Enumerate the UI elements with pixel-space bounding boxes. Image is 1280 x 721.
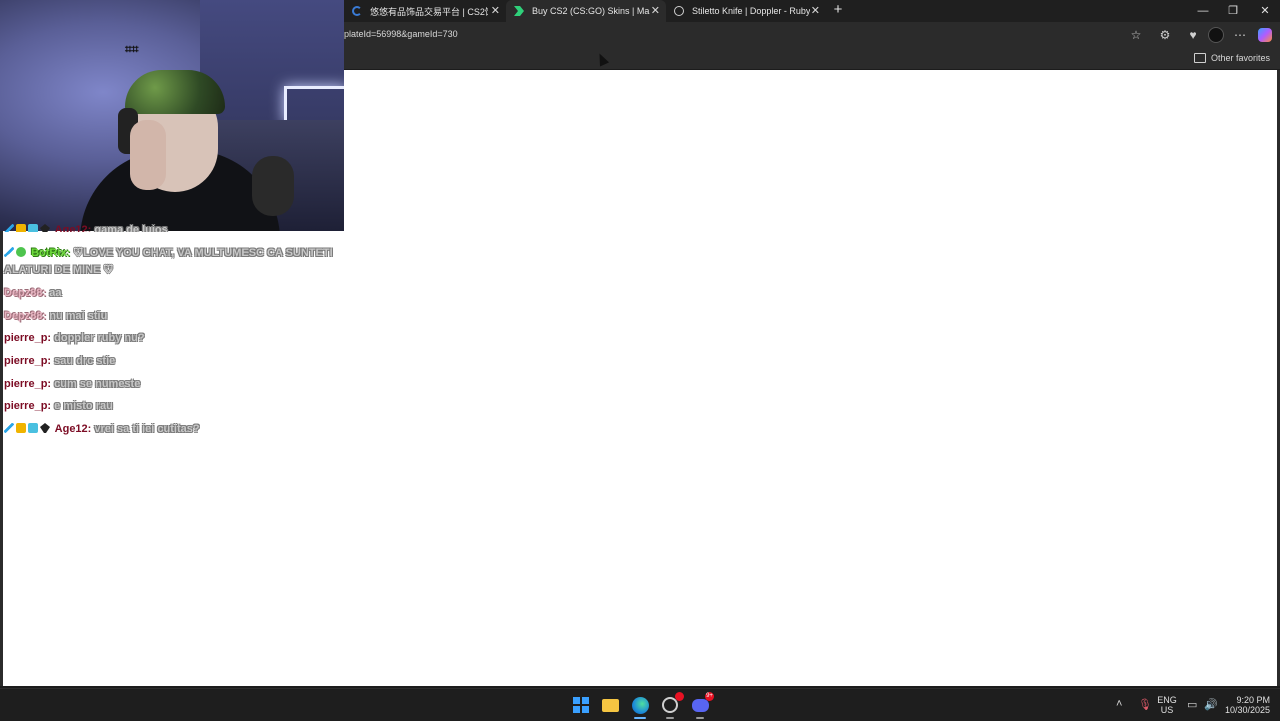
url-input[interactable]: plateId=56998&gameId=730 xyxy=(344,29,458,39)
chat-message: pierre_p: e misto rau xyxy=(4,398,334,415)
tab-title: Buy CS2 (CS:GO) Skins | Marketpl xyxy=(532,6,650,16)
window-close-button[interactable]: ✕ xyxy=(1250,0,1280,22)
crown-badge-icon xyxy=(16,224,26,232)
steam-button[interactable] xyxy=(660,692,684,719)
close-icon[interactable]: ✕ xyxy=(491,4,500,18)
minimize-button[interactable]: — xyxy=(1188,0,1218,22)
show-hidden-icons-chevron-icon[interactable]: ˄ xyxy=(1116,698,1122,710)
tab-title: 悠悠有品饰品交易平台 | CS2饰品 xyxy=(370,6,488,17)
chat-message: Depz88: aa xyxy=(4,285,334,302)
chat-message: pierre_p: sau drc stie xyxy=(4,353,334,370)
extensions-icon[interactable]: ⚙ xyxy=(1156,26,1174,44)
leaf-badge-icon xyxy=(40,224,50,232)
file-explorer-button[interactable] xyxy=(600,695,620,715)
microphone-icon[interactable]: 🎙 xyxy=(1138,698,1152,711)
clock-date: 10/30/2025 xyxy=(1224,705,1270,715)
chat-message: BotRix: ♡LOVE YOU CHAT, VA MULTUMESC CA … xyxy=(4,245,334,279)
restore-button[interactable]: ❐ xyxy=(1218,0,1248,22)
chat-text: nu mai stiu xyxy=(46,310,108,322)
discord-button[interactable]: 9+ xyxy=(690,692,714,719)
clock-time: 9:20 PM xyxy=(1236,695,1270,705)
chat-text: e misto rau xyxy=(51,400,113,412)
new-tab-button[interactable]: + xyxy=(830,0,846,22)
edge-button[interactable] xyxy=(630,695,650,719)
skinport-logo-icon xyxy=(514,6,524,16)
discord-badge: 9+ xyxy=(705,692,714,701)
chat-message: pierre_p: doppler ruby nu? xyxy=(4,330,334,347)
tab-title: Stiletto Knife | Doppler - Ruby - C xyxy=(692,6,810,16)
sword-badge-icon xyxy=(4,247,14,257)
active-app-indicator xyxy=(634,717,646,719)
chat-message: Age12: gama de lujos xyxy=(4,222,334,232)
chat-text: gama de lujos xyxy=(91,224,168,232)
taskbar: 9+ ˄ 🎙 ENG US ▭ 🔊 ▮ 9:20 PM 10/30/2025 xyxy=(0,688,1280,721)
close-icon[interactable]: ✕ xyxy=(811,4,820,18)
chat-message: Depz88: nu mai stiu xyxy=(4,308,334,325)
copilot-icon[interactable] xyxy=(1256,26,1274,44)
chat-text: sau drc stie xyxy=(51,355,116,367)
language-region: US xyxy=(1160,705,1174,715)
language-code: ENG xyxy=(1157,695,1177,705)
other-favorites-button[interactable]: Other favorites xyxy=(1193,53,1270,63)
notification-dot xyxy=(675,692,684,701)
webcam-overlay: ⌗⌗ xyxy=(0,0,344,231)
webcam-led-light xyxy=(284,86,344,123)
chat-nick: Age12: xyxy=(54,224,92,232)
chat-nick: BotRix: xyxy=(31,247,71,259)
subscriber-badge-icon xyxy=(28,224,38,232)
sword-badge-icon xyxy=(4,423,14,433)
chat-nick: Depz88: xyxy=(4,310,47,322)
other-favorites-label: Other favorites xyxy=(1210,53,1270,63)
chat-nick: pierre_p: xyxy=(4,332,52,344)
chat-text: cum se numeste xyxy=(51,378,141,390)
tab-skinport[interactable]: Buy CS2 (CS:GO) Skins | Marketpl ✕ xyxy=(506,0,666,22)
favorite-star-icon[interactable]: ☆ xyxy=(1127,26,1145,44)
folder-icon xyxy=(601,698,619,712)
leaf-badge-icon xyxy=(40,423,50,433)
chat-nick: pierre_p: xyxy=(4,378,52,390)
profile-avatar[interactable] xyxy=(1207,26,1225,44)
more-menu-icon[interactable]: ⋯ xyxy=(1231,26,1249,44)
subscriber-badge-icon xyxy=(28,423,38,433)
chat-text: vrei sa ti iei cutitas? xyxy=(91,423,200,435)
language-indicator[interactable]: ENG US xyxy=(1156,695,1178,715)
clock[interactable]: 9:20 PM 10/30/2025 xyxy=(1218,695,1270,715)
chat-nick: Depz88: xyxy=(4,287,47,299)
webcam-person-hand xyxy=(130,120,166,190)
chat-nick: Age12: xyxy=(54,423,92,435)
tab-stiletto[interactable]: Stiletto Knife | Doppler - Ruby - C ✕ xyxy=(666,0,826,22)
chat-text: doppler ruby nu? xyxy=(51,332,145,344)
webcam-person-hat xyxy=(125,70,225,114)
discord-icon xyxy=(691,698,709,712)
chat-nick: pierre_p: xyxy=(4,400,52,412)
loading-spinner-icon xyxy=(352,6,362,16)
webcam-microphone xyxy=(252,156,294,216)
steam-icon xyxy=(674,6,684,16)
close-icon[interactable]: ✕ xyxy=(651,4,660,18)
crown-badge-icon xyxy=(16,423,26,433)
volume-icon[interactable]: 🔊 xyxy=(1204,698,1218,711)
sword-badge-icon xyxy=(4,224,14,232)
chat-message: pierre_p: cum se numeste xyxy=(4,376,334,393)
chat-text: aa xyxy=(46,287,62,299)
chat-message: Age12: vrei sa ti iei cutitas? xyxy=(4,421,334,438)
windows-logo-icon xyxy=(573,697,589,713)
running-app-indicator xyxy=(696,717,704,719)
folder-icon xyxy=(1193,53,1206,63)
start-button[interactable] xyxy=(571,695,591,715)
browser-essentials-icon[interactable]: ♥ xyxy=(1184,26,1202,44)
bot-badge-icon xyxy=(16,247,26,257)
chat-nick: pierre_p: xyxy=(4,355,52,367)
edge-browser-icon xyxy=(631,696,649,714)
running-app-indicator xyxy=(666,717,674,719)
tab-youpin[interactable]: 悠悠有品饰品交易平台 | CS2饰品 ✕ xyxy=(344,0,506,22)
webcam-poster: ⌗⌗ xyxy=(125,42,139,56)
